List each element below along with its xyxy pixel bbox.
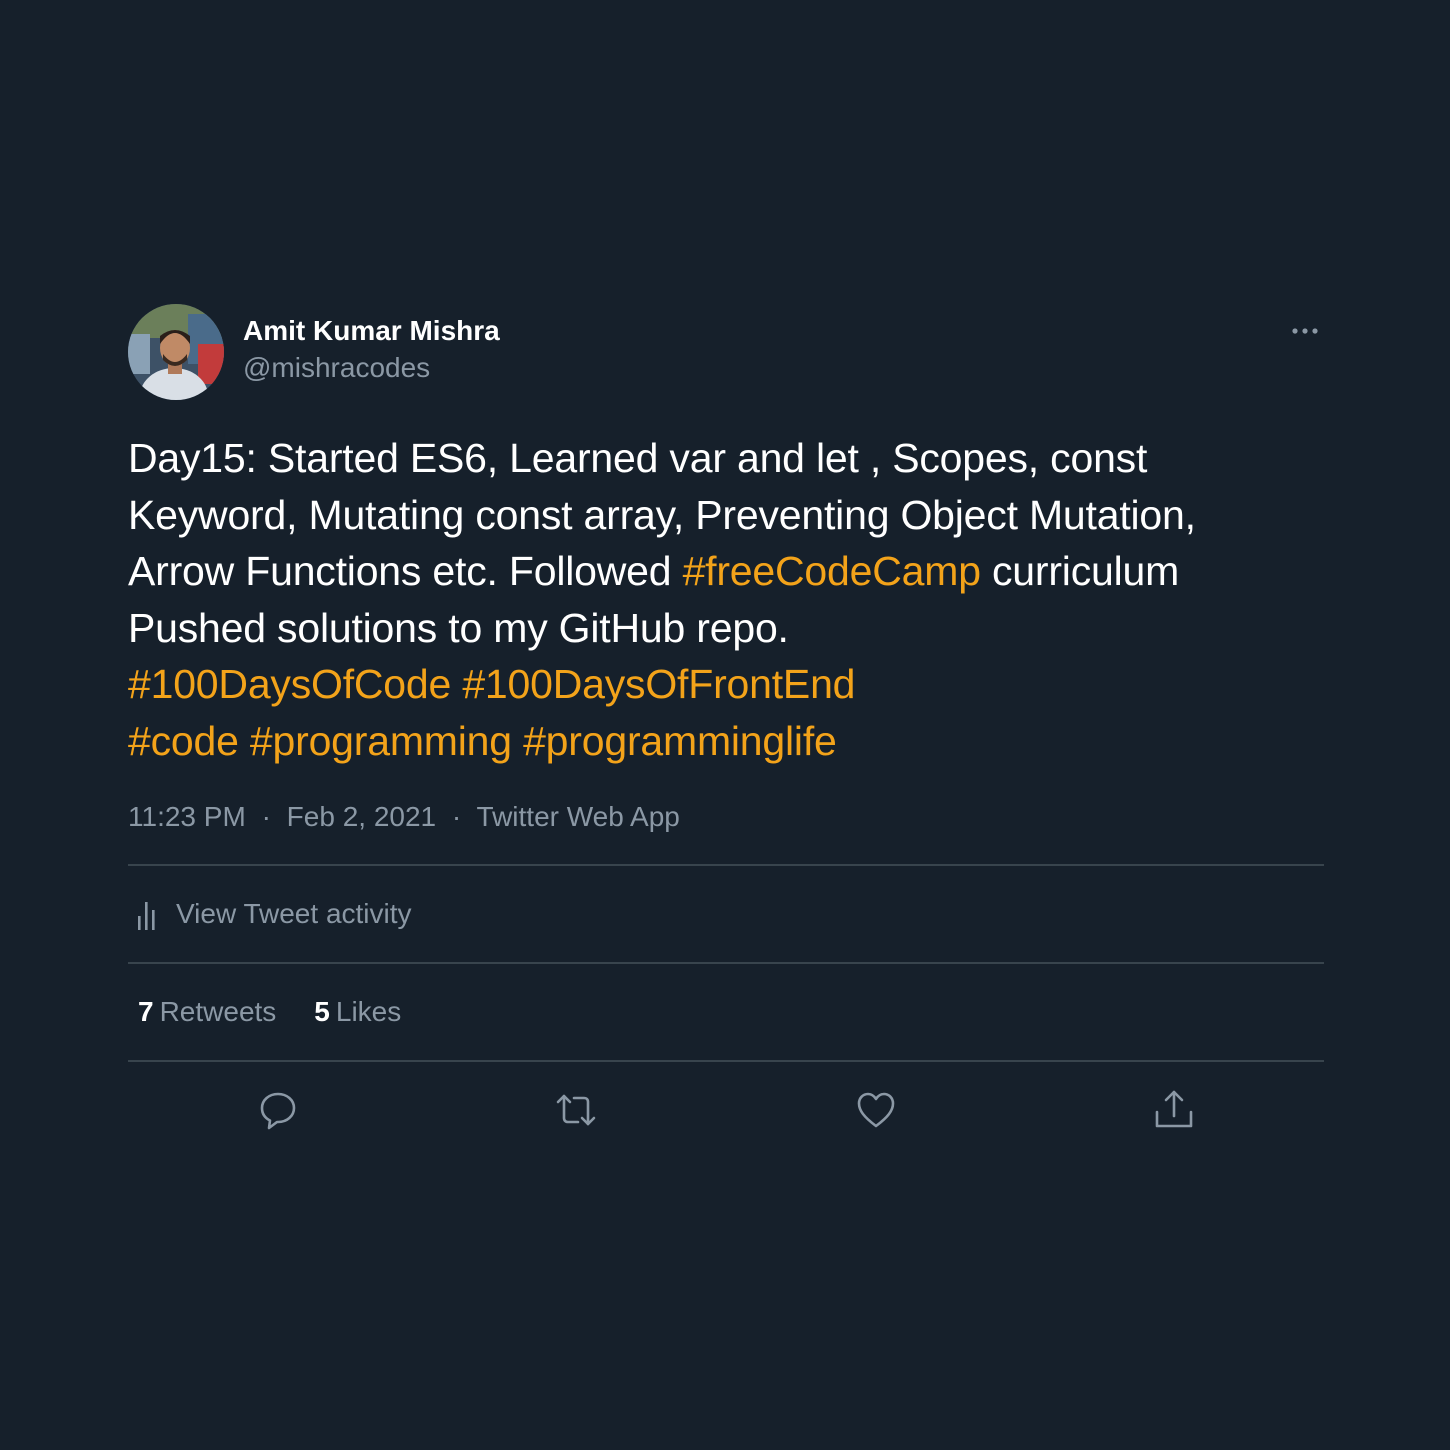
tweet-text-segment: Arrow Functions etc. Followed (128, 548, 683, 594)
tweet-source[interactable]: Twitter Web App (477, 801, 680, 832)
tweet-text-segment: Keyword, Mutating const array, Preventin… (128, 491, 1196, 538)
tweet-card: Amit Kumar Mishra @mishracodes Day15: St… (128, 304, 1324, 1158)
tweet-text-line: Day15: Started ES6, Learned var and let … (128, 430, 1324, 487)
tweet-text: Day15: Started ES6, Learned var and let … (128, 430, 1324, 769)
avatar[interactable] (128, 304, 224, 400)
tweet-text-segment (451, 661, 462, 707)
bar-chart-icon (136, 898, 160, 932)
view-tweet-activity-button[interactable]: View Tweet activity (128, 866, 1324, 962)
tweet-time[interactable]: 11:23 PM (128, 801, 246, 832)
tweet-actions (128, 1062, 1324, 1158)
retweet-icon[interactable] (554, 1088, 598, 1132)
share-icon[interactable] (1152, 1088, 1196, 1132)
likes-stat[interactable]: 5 Likes (314, 996, 401, 1028)
retweets-stat[interactable]: 7 Retweets (138, 996, 276, 1028)
meta-separator: · (451, 801, 462, 832)
tweet-stats: 7 Retweets 5 Likes (128, 964, 1324, 1060)
like-icon[interactable] (854, 1088, 898, 1132)
author-display-name[interactable]: Amit Kumar Mishra (243, 314, 500, 348)
tweet-text-segment: curriculum (980, 548, 1180, 594)
tweet-text-segment: Day15: Started ES6, Learned var and let … (128, 435, 1148, 481)
view-tweet-activity-label: View Tweet activity (176, 898, 412, 929)
tweet-text-segment: Pushed solutions to my GitHub repo. (128, 604, 789, 651)
tweet-text-line: #100DaysOfCode #100DaysOfFrontEnd (128, 656, 1324, 713)
hashtag-link[interactable]: #code (128, 718, 239, 764)
tweet-text-line: Pushed solutions to my GitHub repo. (128, 600, 1324, 657)
more-options-icon[interactable] (1290, 322, 1322, 342)
hashtag-link[interactable]: #100DaysOfCode (128, 661, 451, 707)
likes-label: Likes (335, 996, 402, 1027)
tweet-header: Amit Kumar Mishra @mishracodes (128, 304, 1324, 400)
tweet-text-line: Keyword, Mutating const array, Preventin… (128, 487, 1324, 544)
hashtag-link[interactable]: #100DaysOfFrontEnd (462, 661, 855, 707)
likes-count: 5 (314, 996, 330, 1027)
tweet-text-line: Arrow Functions etc. Followed #freeCodeC… (128, 543, 1324, 600)
tweet-date[interactable]: Feb 2, 2021 (287, 801, 436, 832)
tweet-text-segment (512, 718, 523, 764)
reply-icon[interactable] (256, 1088, 300, 1132)
tweet-text-segment (239, 718, 250, 764)
retweets-label: Retweets (159, 996, 277, 1027)
hashtag-link[interactable]: #programming (250, 718, 512, 764)
tweet-text-line: #code #programming #programminglife (128, 713, 1324, 770)
retweets-count: 7 (138, 996, 154, 1027)
tweet-meta: 11:23 PM · Feb 2, 2021 · Twitter Web App (128, 797, 1324, 837)
author-handle[interactable]: @mishracodes (243, 350, 500, 386)
hashtag-link[interactable]: #programminglife (523, 718, 837, 764)
hashtag-link[interactable]: #freeCodeCamp (683, 548, 981, 594)
meta-separator: · (261, 801, 271, 832)
author-names: Amit Kumar Mishra @mishracodes (243, 314, 500, 386)
